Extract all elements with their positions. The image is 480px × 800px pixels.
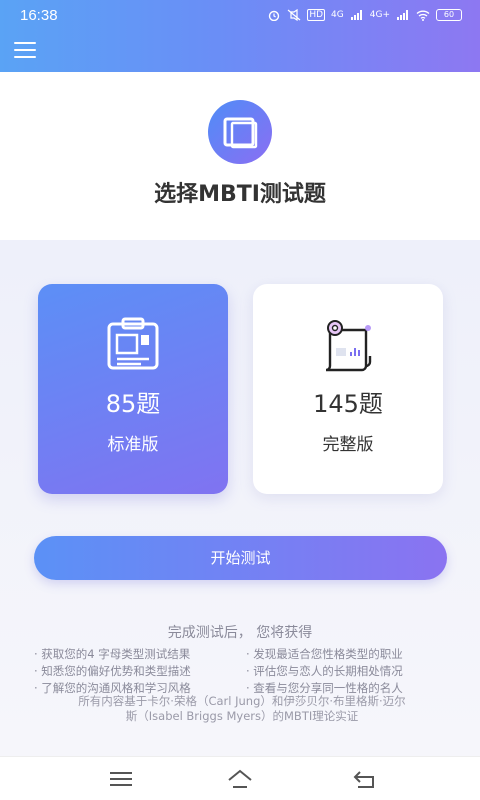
signal-bars-icon [350,10,362,20]
hamburger-menu-icon[interactable] [14,42,36,58]
app-bar: 16:38 HD 4G 4G+ 60 [0,0,480,72]
main-content: 85题 标准版 145题 完整版 开始测试 完成测试后， 您将获得 · 获取您的… [0,240,480,756]
status-icons: HD 4G 4G+ 60 [267,9,462,21]
system-nav-bar [0,756,480,800]
benefit-item: · 评估您与恋人的长期相处情况 [246,664,403,678]
signal-bars-icon-2 [397,10,408,20]
signal-4g-plus-label: 4G+ [369,10,390,20]
edition-label: 标准版 [107,435,159,455]
signal-4g-label: 4G [331,10,344,20]
clipboard-icon [107,317,159,370]
standard-edition-card[interactable]: 85题 标准版 [38,284,228,494]
edition-label: 完整版 [322,435,374,455]
footnote-line: 所有内容基于卡尔·荣格（Carl Jung）和伊莎贝尔·布里格斯·迈尔 [78,694,406,708]
question-count: 85题 [105,390,161,418]
alarm-icon [269,10,280,21]
home-icon[interactable] [227,767,253,791]
benefit-item: · 发现最适合您性格类型的职业 [246,647,403,661]
mute-icon [287,9,301,21]
footnote: 所有内容基于卡尔·荣格（Carl Jung）和伊莎贝尔·布里格斯·迈尔 斯（Is… [22,694,462,724]
menu-icon[interactable] [108,767,134,791]
battery-icon: 60 [436,9,462,21]
benefit-item: · 获取您的4 字母类型测试结果 [34,647,191,661]
benefits-title: 完成测试后， 您将获得 [167,625,313,641]
status-bar: 16:38 HD 4G 4G+ 60 [0,0,480,30]
question-count: 145题 [313,390,383,418]
benefit-item: · 知悉您的偏好优势和类型描述 [34,664,191,678]
benefits-list: · 获取您的4 字母类型测试结果 · 发现最适合您性格类型的职业 · 知悉您的偏… [34,646,454,696]
status-time: 16:38 [20,6,58,24]
hd-badge: HD [307,9,326,21]
start-test-button[interactable]: 开始测试 [34,536,447,580]
book-frame-icon [208,100,272,164]
footnote-line: 斯（Isabel Briggs Myers）的MBTI理论实证 [125,709,359,723]
full-edition-card[interactable]: 145题 完整版 [253,284,443,494]
header: 选择MBTI测试题 [0,72,480,240]
page-title: 选择MBTI测试题 [154,182,326,207]
wifi-icon [416,10,430,21]
back-icon[interactable] [352,767,378,791]
scroll-icon [325,320,372,372]
